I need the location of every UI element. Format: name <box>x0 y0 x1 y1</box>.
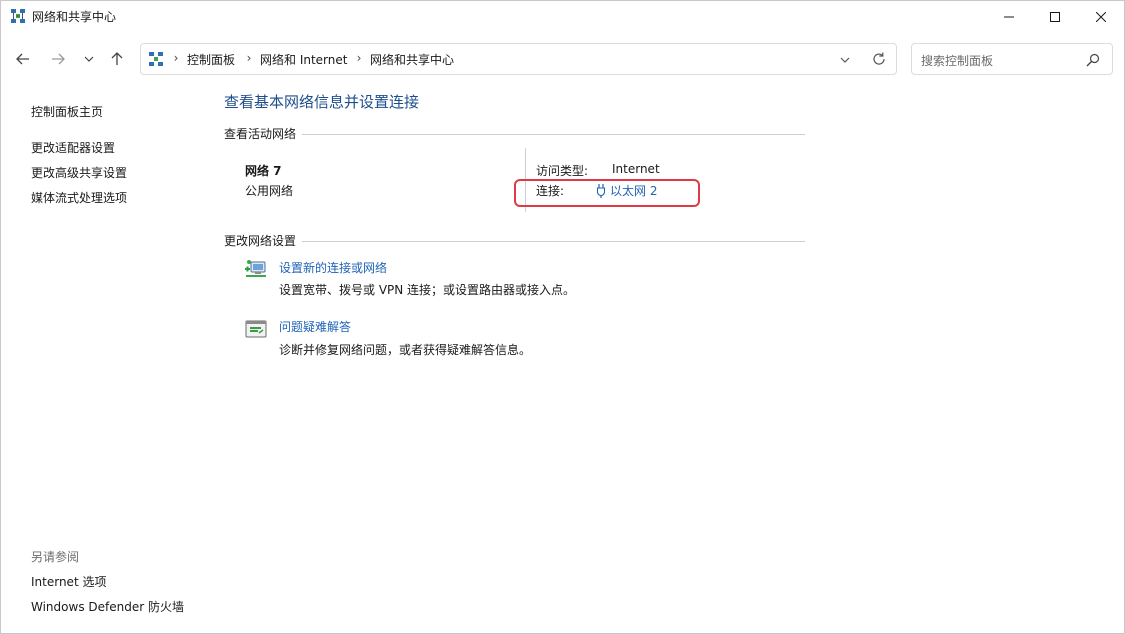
change-settings-header: 更改网络设置 <box>224 232 805 249</box>
troubleshoot-icon <box>245 320 267 338</box>
see-also-internet-options[interactable]: Internet 选项 <box>31 573 106 590</box>
access-type-value: Internet <box>612 162 660 176</box>
close-button[interactable] <box>1078 1 1124 33</box>
sidebar-link-adapter-settings[interactable]: 更改适配器设置 <box>31 139 115 156</box>
chevron-right-icon[interactable]: › <box>354 51 364 65</box>
navigation-row: › 控制面板 › 网络和 Internet › 网络和共享中心 搜索控制面板 <box>1 41 1124 77</box>
sidebar-link-home[interactable]: 控制面板主页 <box>31 103 103 120</box>
search-icon <box>1086 53 1100 67</box>
search-placeholder: 搜索控制面板 <box>921 54 994 68</box>
setup-new-connection-desc: 设置宽带、拨号或 VPN 连接；或设置路由器或接入点。 <box>279 283 576 297</box>
active-networks-header: 查看活动网络 <box>224 125 805 142</box>
breadcrumb-network-internet[interactable]: 网络和 Internet <box>260 51 347 68</box>
access-type-label: 访问类型: <box>536 164 589 178</box>
section-divider <box>302 134 805 135</box>
connection-highlight-box <box>514 179 700 207</box>
minimize-button[interactable] <box>986 1 1032 33</box>
arrow-up-icon <box>111 52 123 65</box>
breadcrumb-control-panel[interactable]: 控制面板 <box>187 51 235 68</box>
minimize-icon <box>1004 16 1014 18</box>
section-divider <box>302 241 805 242</box>
back-button[interactable] <box>13 49 33 69</box>
arrow-left-icon <box>16 53 29 65</box>
setup-new-connection-link[interactable]: 设置新的连接或网络 <box>279 259 387 276</box>
arrow-right-icon <box>52 53 65 65</box>
forward-button[interactable] <box>48 49 68 69</box>
up-button[interactable] <box>107 49 127 69</box>
troubleshoot-desc: 诊断并修复网络问题，或者获得疑难解答信息。 <box>279 343 532 357</box>
chevron-right-icon: › <box>173 51 179 65</box>
network-name: 网络 7 <box>245 164 282 178</box>
refresh-icon[interactable] <box>871 51 887 67</box>
title-bar: 网络和共享中心 <box>1 1 1124 33</box>
control-panel-icon <box>149 52 163 66</box>
new-connection-icon <box>245 260 266 277</box>
search-input[interactable]: 搜索控制面板 <box>911 43 1113 75</box>
troubleshoot-link[interactable]: 问题疑难解答 <box>279 318 351 335</box>
address-bar[interactable]: › 控制面板 › 网络和 Internet › 网络和共享中心 <box>140 43 897 75</box>
close-icon <box>1096 12 1106 22</box>
chevron-right-icon[interactable]: › <box>244 51 254 65</box>
breadcrumb-network-sharing-center[interactable]: 网络和共享中心 <box>370 51 454 68</box>
active-networks-label: 查看活动网络 <box>224 127 297 141</box>
network-app-icon <box>11 9 25 23</box>
sidebar-link-media-streaming[interactable]: 媒体流式处理选项 <box>31 189 127 206</box>
see-also-defender-firewall[interactable]: Windows Defender 防火墙 <box>31 598 184 615</box>
chevron-down-icon <box>84 56 94 62</box>
sidebar-link-advanced-sharing[interactable]: 更改高级共享设置 <box>31 164 127 181</box>
change-settings-label: 更改网络设置 <box>224 234 297 248</box>
address-dropdown-icon[interactable] <box>837 52 853 68</box>
window-title: 网络和共享中心 <box>32 10 117 24</box>
maximize-button[interactable] <box>1032 1 1078 33</box>
see-also-heading: 另请参阅 <box>31 550 80 564</box>
page-title: 查看基本网络信息并设置连接 <box>224 93 420 111</box>
network-sharing-center-window: 网络和共享中心 › 控制面板 › 网络和 Internet › 网络和共享中心 … <box>0 0 1125 634</box>
recent-locations-button[interactable] <box>79 49 99 69</box>
maximize-icon <box>1050 12 1060 22</box>
network-category: 公用网络 <box>245 184 294 198</box>
